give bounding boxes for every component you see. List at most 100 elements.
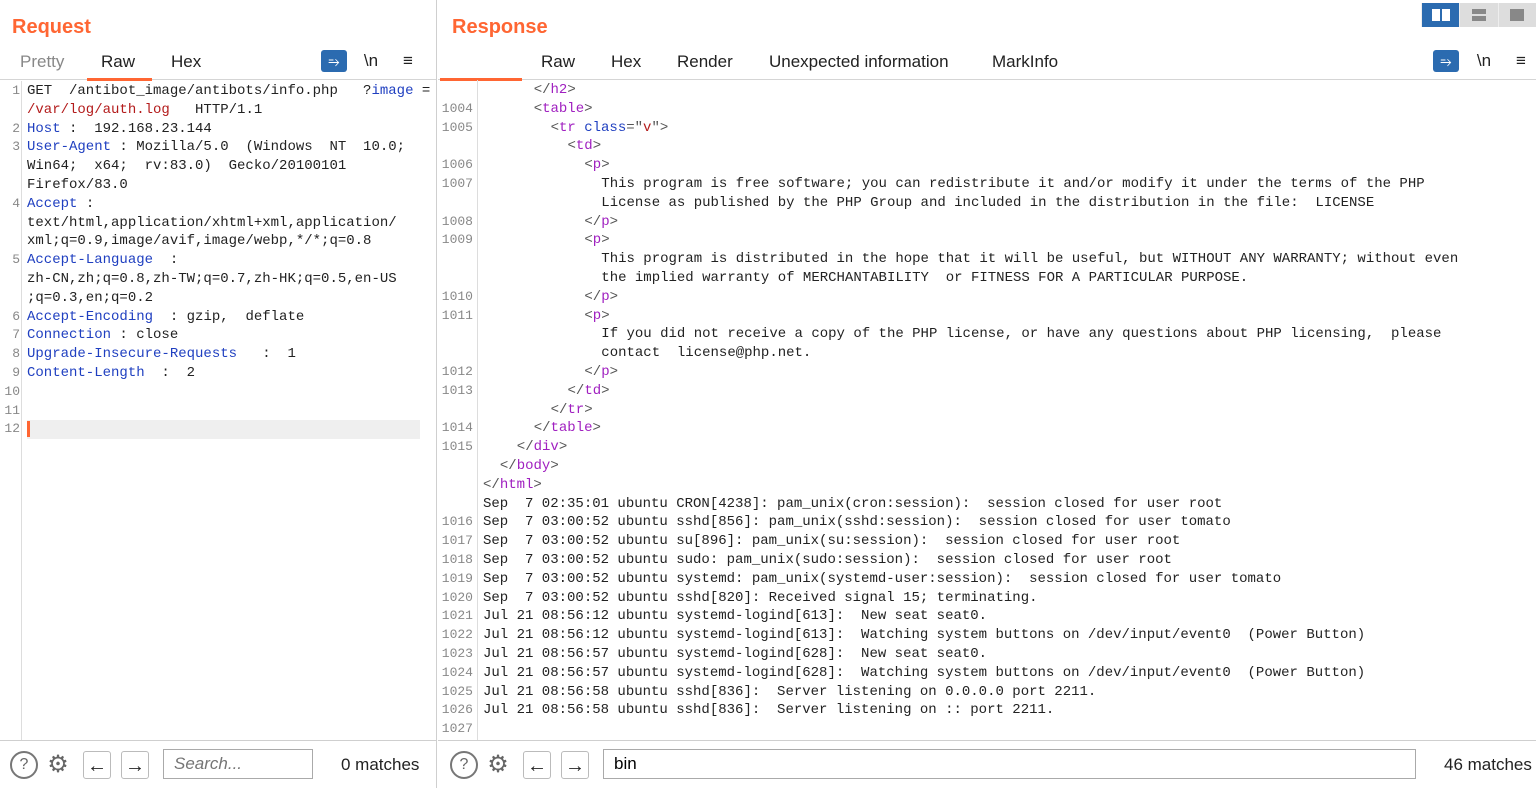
line-number: 1013 — [441, 382, 473, 398]
syntax-tag: tr — [559, 119, 576, 136]
syntax-tag: p — [592, 157, 602, 174]
syntax-text: This program is free software; you can r… — [601, 175, 1425, 192]
code-line: 1012 </p> — [438, 363, 1536, 382]
line-number: 1019 — [441, 570, 473, 586]
syntax-text: < — [567, 138, 576, 155]
tab-raw[interactable]: Raw — [541, 52, 575, 72]
line-number: 3 — [12, 139, 20, 155]
syntax-text: > — [533, 476, 542, 493]
gear-icon[interactable]: ⚙ — [44, 751, 72, 779]
syntax-tag: div — [533, 439, 559, 456]
help-icon[interactable]: ? — [10, 751, 38, 779]
line-number: 1024 — [441, 664, 473, 680]
response-search-bar: ? ⚙ ← → 46 matches — [438, 740, 1536, 788]
line-number: 7 — [12, 327, 20, 343]
line-text: Jul 21 08:56:12 ubuntu systemd-logind[61… — [483, 626, 1365, 645]
next-arrow-icon[interactable]: → — [121, 751, 149, 779]
newline-toggle-icon[interactable]: \n — [358, 50, 384, 72]
line-text: Sep 7 03:00:52 ubuntu sshd[820]: Receive… — [483, 589, 1038, 608]
syntax-tag: p — [601, 213, 610, 230]
syntax-text: Jul 21 08:56:57 ubuntu systemd-logind[62… — [483, 664, 1366, 681]
request-editor[interactable]: 1 GET /antibot_image/antibots/info.php ?i… — [0, 81, 436, 740]
tab-markinfo[interactable]: MarkInfo — [992, 52, 1058, 72]
line-number: 1012 — [441, 363, 473, 379]
newline-toggle-icon[interactable]: \n — [1471, 50, 1497, 72]
line-text: This program is free software; you can r… — [601, 175, 1424, 194]
line-text: Accept-Language : — [27, 251, 178, 270]
line-number: 1020 — [441, 589, 473, 605]
code-line: /var/log/auth.log HTTP/1.1 — [0, 101, 436, 120]
syntax-text: Jul 21 08:56:57 ubuntu systemd-logind[62… — [483, 645, 988, 662]
code-line: 1005 <tr class="v"> — [438, 119, 1536, 138]
code-line: 9 Content-Length : 2 — [0, 364, 436, 383]
next-arrow-icon[interactable]: → — [561, 751, 589, 779]
line-text: Jul 21 08:56:58 ubuntu sshd[836]: Server… — [483, 683, 1096, 702]
line-text: </div> — [517, 438, 567, 457]
tab-pretty[interactable]: Pretty — [20, 52, 64, 72]
syntax-text: > — [601, 382, 610, 399]
line-text: </p> — [584, 213, 618, 232]
syntax-text: > — [592, 138, 602, 155]
code-line: ;q=0.3,en;q=0.2 — [0, 289, 436, 308]
code-line: 5 Accept-Language : — [0, 251, 436, 270]
syntax-text: </ — [550, 401, 568, 418]
syntax-text: </ — [516, 439, 534, 456]
syntax-text: : gzip, deflate — [153, 308, 305, 325]
code-line: 1022 Jul 21 08:56:12 ubuntu systemd-login… — [438, 626, 1536, 645]
syntax-tag: p — [592, 232, 602, 249]
line-number: 1026 — [441, 702, 473, 718]
line-text: <p> — [584, 307, 609, 326]
syntax-text: Jul 21 08:56:12 ubuntu systemd-logind[61… — [483, 608, 988, 625]
response-search-input[interactable] — [603, 749, 1416, 779]
line-text: Upgrade-Insecure-Requests : 1 — [27, 345, 296, 364]
gear-icon[interactable]: ⚙ — [484, 751, 512, 779]
code-line: 1004 <table> — [438, 100, 1536, 119]
previous-arrow-icon[interactable]: ← — [523, 751, 551, 779]
menu-icon[interactable]: ≡ — [1508, 50, 1534, 72]
syntax-text: License as published by the PHP Group an… — [601, 194, 1375, 211]
syntax-tag: table — [542, 100, 585, 117]
menu-icon[interactable]: ≡ — [395, 50, 421, 72]
code-line: the implied warranty of MERCHANTABILITY … — [438, 269, 1536, 288]
help-icon[interactable]: ? — [450, 751, 478, 779]
syntax-tag: table — [550, 420, 593, 437]
tab-hex[interactable]: Hex — [171, 52, 201, 72]
line-number: 1022 — [441, 627, 473, 643]
code-line: text/html,application/xhtml+xml,applicat… — [0, 214, 436, 233]
line-text: Jul 21 08:56:57 ubuntu systemd-logind[62… — [483, 645, 987, 664]
line-number: 10 — [4, 383, 20, 399]
previous-arrow-icon[interactable]: ← — [83, 751, 111, 779]
word-wrap-icon[interactable]: ⥱ — [1433, 50, 1459, 72]
line-number: 1010 — [441, 288, 473, 304]
syntax-tag: p — [601, 363, 610, 380]
tab-render[interactable]: Render — [677, 52, 733, 72]
syntax-text: > — [609, 363, 619, 380]
response-editor[interactable]: </h2> 1004 <table> 1005 <tr class="v"> <td> 10… — [438, 80, 1536, 740]
line-text: Jul 21 08:56:12 ubuntu systemd-logind[61… — [483, 607, 987, 626]
line-text: License as published by the PHP Group an… — [601, 194, 1374, 213]
syntax-text: < — [584, 232, 593, 249]
line-text: Win64; x64; rv:83.0) Gecko/20100101 — [27, 157, 346, 176]
syntax-text: </ — [499, 457, 517, 474]
code-line: 6 Accept-Encoding : gzip, deflate — [0, 308, 436, 327]
tab-raw[interactable]: Raw — [101, 52, 135, 72]
syntax-text: > — [601, 307, 610, 324]
request-search-input[interactable] — [163, 749, 313, 779]
line-number: 12 — [4, 421, 20, 437]
word-wrap-icon[interactable]: ⥱ — [321, 50, 347, 72]
line-text: Jul 21 08:56:58 ubuntu sshd[836]: Server… — [483, 701, 1054, 720]
syntax-text: > — [601, 232, 610, 249]
syntax-text: < — [533, 100, 543, 117]
line-number: 8 — [12, 346, 20, 362]
line-number: 1 — [12, 83, 20, 98]
syntax-text: xml;q=0.9,image/avif,image/webp,*/*;q=0.… — [27, 233, 372, 250]
tab-hex[interactable]: Hex — [611, 52, 641, 72]
code-line: 10 — [0, 383, 436, 402]
tab-unexpected-information[interactable]: Unexpected information — [769, 52, 949, 72]
line-text: GET /antibot_image/antibots/info.php ?im… — [27, 82, 430, 101]
request-panel: Request Pretty Raw Hex ⥱ \n ≡ 1 GET /anti… — [0, 0, 437, 788]
code-line: 1025 Jul 21 08:56:58 ubuntu sshd[836]: Se… — [438, 683, 1536, 702]
code-line: 1019 Sep 7 03:00:52 ubuntu systemd: pam_u… — [438, 570, 1536, 589]
syntax-text: : — [153, 252, 179, 269]
syntax-key: Content-Length — [27, 364, 145, 381]
